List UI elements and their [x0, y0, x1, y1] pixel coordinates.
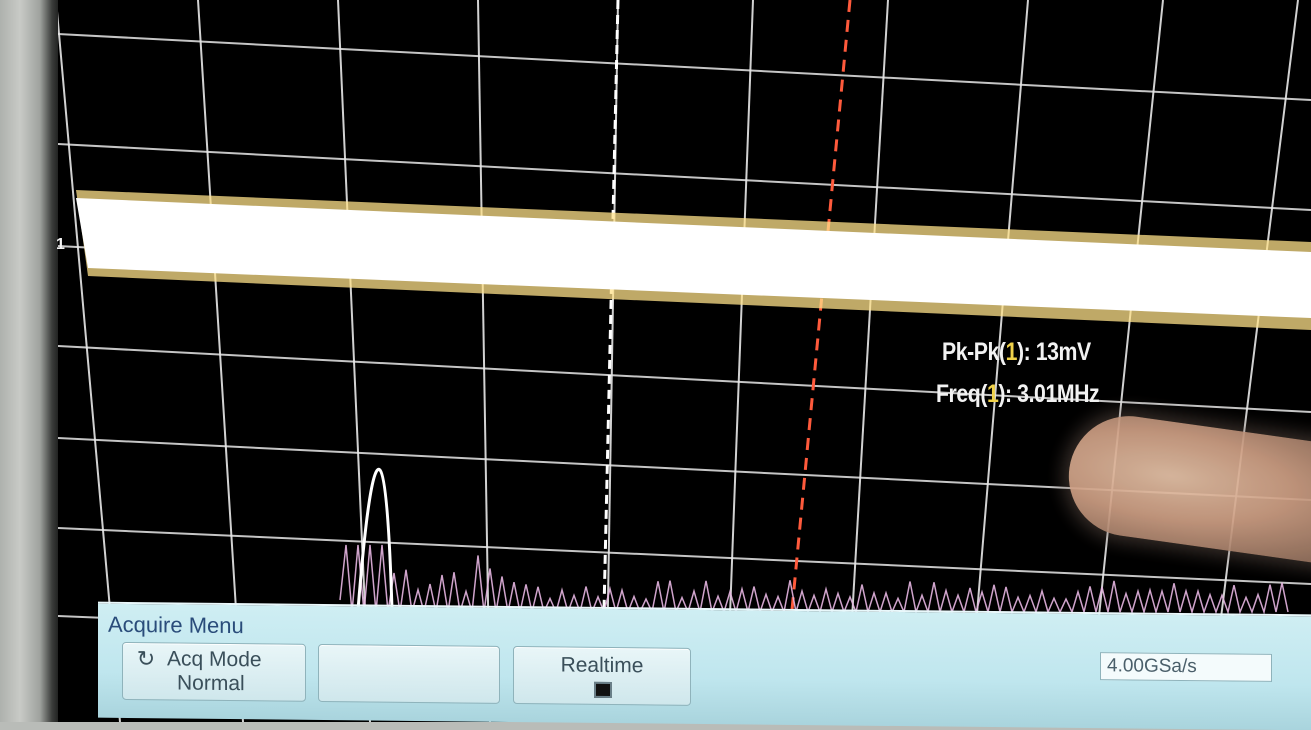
spectrum-peak — [356, 467, 394, 611]
channel-1-trace — [76, 190, 1311, 330]
pk-pk-channel: 1 — [1005, 338, 1018, 366]
acq-mode-label: Acq Mode — [167, 647, 262, 672]
realtime-softkey[interactable]: Realtime — [513, 645, 691, 706]
acq-mode-value: Normal — [177, 671, 245, 696]
cycle-icon: ↻ — [136, 646, 156, 672]
acq-mode-softkey[interactable]: ↻ Acq Mode Normal — [122, 641, 306, 702]
freq-prefix: Freq( — [936, 380, 987, 408]
freq-channel: 1 — [987, 380, 999, 408]
pk-pk-prefix: Pk-Pk( — [942, 338, 1006, 366]
frequency-measurement: Freq(1): 3.01MHz — [936, 380, 1100, 409]
time-reference-marker — [602, 0, 620, 611]
channel-1-marker: 1 — [56, 236, 65, 253]
sample-rate-readout: 4.00GSa/s — [1100, 652, 1272, 682]
menu-title: Acquire Menu — [108, 611, 244, 639]
acquire-menu-bar: Acquire Menu ↻ Acq Mode Normal Realtime … — [98, 601, 1311, 730]
spectrum-ringing — [339, 544, 1289, 615]
realtime-checkbox[interactable] — [594, 681, 612, 699]
freq-value: ): 3.01MHz — [998, 380, 1100, 408]
grid-line-horizontal — [58, 527, 1311, 585]
pk-pk-value: ): 13mV — [1016, 338, 1091, 366]
pk-pk-measurement: Pk-Pk(1): 13mV — [942, 338, 1091, 367]
grid-line-horizontal — [58, 33, 1311, 101]
blank-softkey[interactable] — [318, 643, 500, 704]
realtime-label: Realtime — [560, 653, 644, 678]
